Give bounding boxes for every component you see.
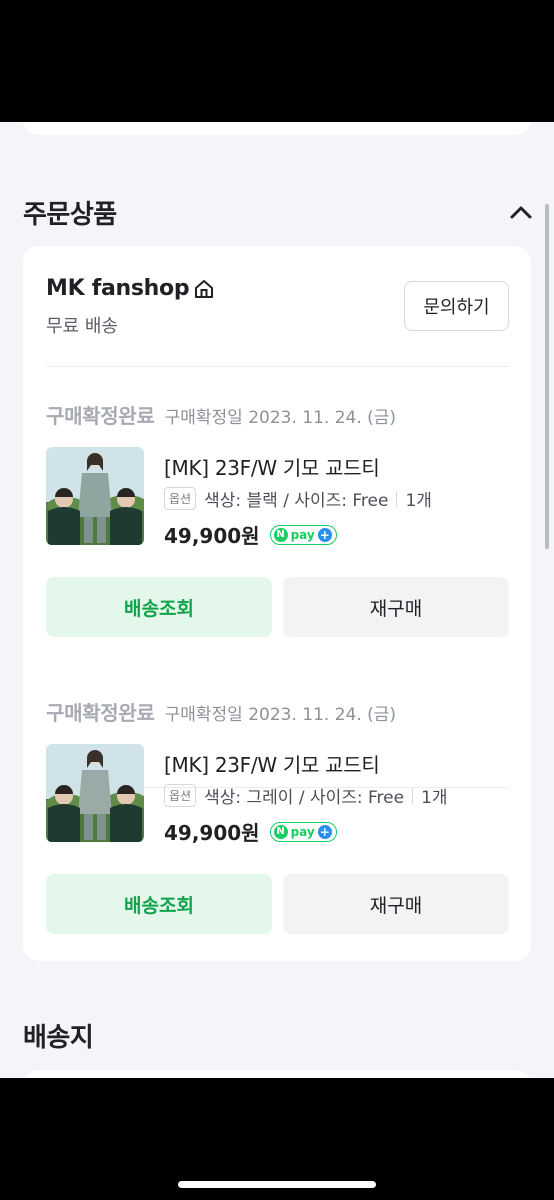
shop-name[interactable]: MK fanshop — [46, 276, 215, 301]
quantity: 1개 — [421, 788, 448, 808]
rebuy-button[interactable]: 재구매 — [283, 874, 509, 934]
confirm-date: 구매확정일 2023. 11. 24. (금) — [164, 408, 397, 428]
product-thumbnail[interactable] — [46, 744, 144, 842]
status-bar-area — [0, 0, 554, 122]
scrollbar[interactable] — [545, 204, 549, 549]
home-indicator[interactable] — [178, 1181, 376, 1188]
confirm-date: 구매확정일 2023. 11. 24. (금) — [164, 705, 397, 725]
order-status-line: 구매확정완료 구매확정일 2023. 11. 24. (금) — [46, 697, 396, 726]
divider — [46, 366, 509, 367]
product-option-line: 옵션 색상: 블랙 / 사이즈: Free 1개 — [164, 486, 432, 511]
order-item: 구매확정완료 구매확정일 2023. 11. 24. (금) [MK] 23F/… — [23, 400, 531, 660]
product-name[interactable]: [MK] 23F/W 기모 교드티 — [164, 749, 380, 778]
rebuy-button[interactable]: 재구매 — [283, 577, 509, 637]
npay-n-mark: N — [273, 527, 288, 542]
shop-name-label: MK fanshop — [46, 276, 190, 301]
npay-n-mark: N — [273, 824, 288, 839]
product-option-line: 옵션 색상: 그레이 / 사이즈: Free 1개 — [164, 783, 448, 808]
option-tag: 옵션 — [164, 487, 197, 510]
order-items-card: MK fanshop 무료 배송 문의하기 구매확정완료 구매확정일 2023.… — [23, 246, 531, 961]
price-line: 49,900원 N pay + — [164, 817, 337, 846]
option-text: 색상: 블랙 / 사이즈: Free — [204, 491, 389, 511]
npay-pay-text: pay — [290, 527, 315, 542]
product-thumbnail[interactable] — [46, 447, 144, 545]
order-item: 구매확정완료 구매확정일 2023. 11. 24. (금) [MK] 23F/… — [23, 697, 531, 957]
chevron-up-icon[interactable] — [506, 198, 536, 228]
npay-pay-text: pay — [290, 824, 315, 839]
npay-plus-icon: N pay + — [269, 821, 337, 842]
shipping-section-title: 배송지 — [23, 1023, 94, 1053]
option-separator — [396, 490, 398, 507]
order-status-line: 구매확정완료 구매확정일 2023. 11. 24. (금) — [46, 400, 396, 429]
option-text: 색상: 그레이 / 사이즈: Free — [204, 788, 405, 808]
price-line: 49,900원 N pay + — [164, 520, 337, 549]
npay-plus-mark: + — [317, 824, 332, 839]
order-status: 구매확정완료 — [46, 701, 155, 725]
shipping-address-card — [23, 1070, 531, 1078]
inquiry-button[interactable]: 문의하기 — [404, 281, 509, 331]
option-separator — [412, 787, 414, 804]
quantity: 1개 — [405, 491, 432, 511]
order-detail-screen: 주문상품 MK fanshop 무료 배송 문의하기 구매확정완료 구매확정일 … — [0, 122, 554, 1078]
order-status: 구매확정완료 — [46, 404, 155, 428]
option-tag: 옵션 — [164, 784, 197, 807]
home-icon — [195, 279, 214, 298]
npay-plus-mark: + — [317, 527, 332, 542]
npay-plus-icon: N pay + — [269, 524, 337, 545]
track-delivery-button[interactable]: 배송조회 — [46, 577, 272, 637]
price: 49,900원 — [164, 821, 260, 845]
shipping-fee-label: 무료 배송 — [46, 316, 118, 337]
track-delivery-button[interactable]: 배송조회 — [46, 874, 272, 934]
previous-section-card — [23, 122, 531, 135]
order-section-title: 주문상품 — [23, 200, 117, 230]
price: 49,900원 — [164, 524, 260, 548]
product-name[interactable]: [MK] 23F/W 기모 교드티 — [164, 452, 380, 481]
